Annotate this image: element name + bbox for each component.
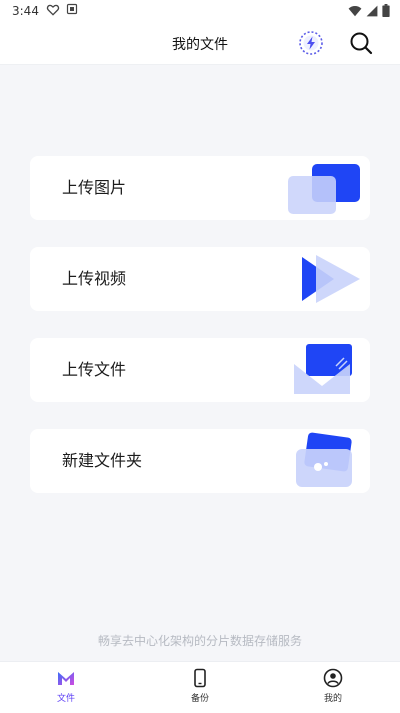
- upload-image-icon: [288, 164, 360, 214]
- search-button[interactable]: [348, 30, 374, 56]
- search-icon: [350, 32, 373, 55]
- bolt-icon: [299, 31, 323, 55]
- phone-backup-icon: [194, 668, 206, 688]
- footer-tagline: 畅享去中心化架构的分片数据存储服务: [97, 634, 302, 648]
- app-header: 我的文件: [0, 24, 400, 65]
- new-folder-card[interactable]: 新建文件夹: [30, 429, 370, 493]
- upload-image-label: 上传图片: [62, 178, 127, 197]
- status-bar: 3:44: [0, 0, 400, 24]
- wifi-icon: [348, 5, 362, 16]
- files-logo-icon: [58, 672, 74, 685]
- new-folder-icon: [296, 432, 352, 487]
- status-time: 3:44: [12, 4, 39, 18]
- image-notification-icon: [66, 3, 78, 15]
- bolt-button[interactable]: [298, 30, 324, 56]
- tab-profile[interactable]: 我的: [303, 668, 363, 712]
- upload-video-label: 上传视频: [62, 269, 127, 288]
- upload-file-label: 上传文件: [62, 360, 127, 379]
- status-right-icons: [348, 4, 390, 17]
- tab-backup[interactable]: 备份: [170, 668, 230, 712]
- heart-outline-icon: [46, 4, 60, 16]
- bottom-tab-bar: 文件 备份 我的: [0, 661, 400, 713]
- upload-file-card[interactable]: 上传文件: [30, 338, 370, 402]
- user-profile-icon: [323, 668, 343, 688]
- upload-video-icon: [302, 255, 360, 303]
- new-folder-label: 新建文件夹: [62, 451, 143, 470]
- page-title: 我的文件: [172, 37, 228, 53]
- signal-icon: [366, 5, 378, 16]
- upload-image-card[interactable]: 上传图片: [30, 156, 370, 220]
- upload-file-icon: [294, 344, 352, 394]
- status-left-icons: [46, 3, 78, 17]
- tab-backup-label: 备份: [190, 694, 209, 704]
- tab-files[interactable]: 文件: [36, 668, 96, 712]
- battery-icon: [382, 4, 390, 17]
- upload-video-card[interactable]: 上传视频: [30, 247, 370, 311]
- tab-files-label: 文件: [56, 694, 75, 704]
- tab-profile-label: 我的: [323, 694, 342, 704]
